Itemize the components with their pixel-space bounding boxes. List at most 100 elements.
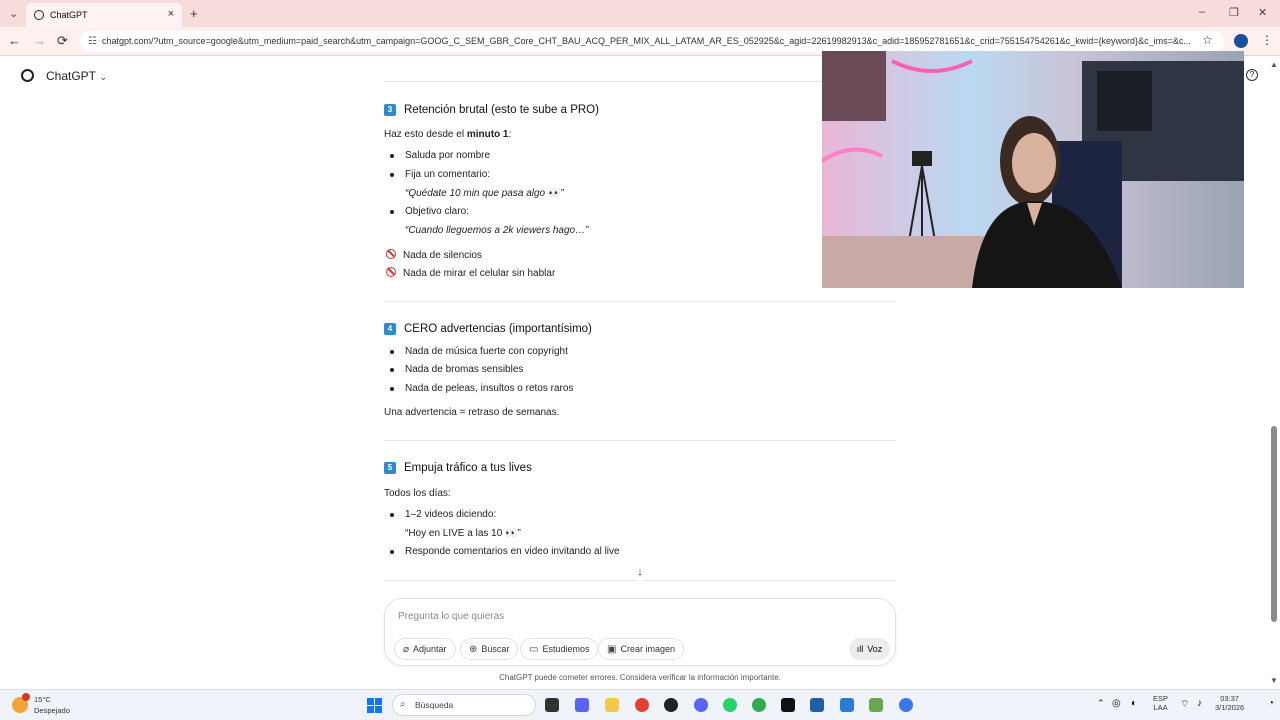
url-text: chatgpt.com/?utm_source=google&utm_mediu… [102,36,1191,46]
model-selector[interactable]: ChatGPT ⌄ [46,69,108,83]
wifi-icon[interactable]: ⌔ [1180,698,1189,711]
scrollbar-thumb[interactable] [1271,426,1277,622]
section-5-heading: 5 Empuja tráfico a tus lives [384,462,532,474]
language-indicator[interactable]: ESP LAA [1153,694,1168,712]
layout-code: LAA [1153,703,1168,712]
composer: ⌀Adjuntar ⊕Buscar ▭Estudiemos ▣Crear ima… [384,598,896,666]
chatgpt-favicon-icon [34,10,44,20]
date: 3/1/2026 [1215,703,1245,712]
section-4-title: CERO advertencias (importantísimo) [404,323,592,335]
task-view-icon[interactable] [545,698,559,712]
paperclip-icon: ⌀ [403,643,410,655]
study-button[interactable]: ▭ Estudiemos [520,638,599,660]
scroll-down-arrow-icon[interactable]: ▼ [1270,676,1278,685]
back-button[interactable]: ← [8,33,21,48]
forward-button[interactable]: → [33,33,46,48]
list-item: Nada de peleas, insultos o retos raros [389,383,574,394]
weather-desc[interactable]: Despejado [34,706,70,715]
disclaimer: ChatGPT puede cometer errores. Considera… [499,673,781,682]
menu-kebab-icon[interactable]: ⋮ [1261,33,1273,47]
section-4-heading: 4 CERO advertencias (importantísimo) [384,323,592,335]
webcam-image [822,51,1244,288]
minimize-button[interactable]: – [1199,6,1205,18]
keycap-5-icon: 5 [384,462,396,474]
tray-app-icon[interactable]: ◎ [1112,698,1121,709]
tiktok-icon[interactable] [781,698,795,712]
webcam-overlay [822,51,1244,288]
ban-item: Nada de silencios [386,249,482,261]
create-image-label: Crear imagen [620,644,675,654]
file-explorer-icon[interactable] [605,698,619,712]
url-field[interactable]: ☷ chatgpt.com/?utm_source=google&utm_med… [80,31,1224,52]
prohibited-icon [386,267,396,277]
reload-button[interactable]: ⟳ [57,33,68,49]
chrome-active-icon[interactable] [899,698,913,712]
language-code: ESP [1153,694,1169,703]
list-item: Objetivo claro: [390,206,469,217]
section-3-title: Retención brutal (esto te sube a PRO) [404,104,599,116]
whatsapp-icon[interactable] [723,698,737,712]
notifications-bell-icon[interactable]: ◔ [1268,698,1274,709]
search-button[interactable]: ⊕ Buscar [460,638,519,660]
conversation-content: 3 Retención brutal (esto te sube a PRO) … [384,56,896,586]
app-icon[interactable] [575,698,589,712]
list-item: Saluda por nombre [389,150,491,161]
tab-list-chevron-icon[interactable]: ⌄ [9,7,18,20]
intro-bold: minuto 1 [466,129,509,140]
study-label: Estudiemos [542,644,590,654]
prohibited-icon [386,249,396,259]
create-image-button[interactable]: ▣ Crear imagen [598,638,684,660]
browser-tab[interactable]: ChatGPT × [26,3,182,27]
clock[interactable]: 03:37 3/1/2026 [1215,694,1244,712]
section-5-title: Empuja tráfico a tus lives [404,462,532,474]
close-window-button[interactable]: ✕ [1258,6,1267,19]
book-icon: ▭ [529,643,539,655]
quote-text: “Cuando lleguemos a 2k viewers hago…” [405,225,589,236]
calculator-icon[interactable] [869,698,883,712]
obs-icon[interactable] [664,698,678,712]
bookmark-star-icon[interactable]: ☆ [1202,33,1213,47]
taskbar-search[interactable]: ⌕ Búsqueda [392,694,536,716]
ban-item-text: Nada de mirar el celular sin hablar [403,268,556,279]
intro-text: Haz esto desde el [384,129,467,140]
divider [384,81,896,82]
taskbar-search-label: Búsqueda [415,700,454,710]
quote-text: “Quédate 10 min que pasa algo 👀” [405,188,564,199]
ban-item: Nada de mirar el celular sin hablar [386,267,555,279]
model-selector-label: ChatGPT [46,69,96,83]
intro-colon: : [508,129,512,140]
new-tab-button[interactable]: + [190,6,198,21]
list-item: Nada de música fuerte con copyright [390,346,568,357]
list-item: Fija un comentario: [389,169,491,180]
help-icon[interactable]: ? [1246,69,1258,81]
profile-avatar[interactable] [1234,34,1248,48]
quote-text: “Hoy en LIVE a las 10 👀” [405,528,521,539]
weather-temp[interactable]: 15°C [34,695,51,704]
attach-button[interactable]: ⌀ Adjuntar [394,638,456,660]
chrome-icon[interactable] [635,698,649,712]
list-item: Responde comentarios en video invitando … [390,546,620,557]
voice-button[interactable]: ıll Voz [849,638,890,660]
maximize-button[interactable]: ❐ [1229,6,1239,19]
volume-icon[interactable]: ♪ [1197,698,1202,709]
scroll-up-arrow-icon[interactable]: ▲ [1270,60,1278,69]
divider [384,440,896,441]
app-icon[interactable] [810,698,824,712]
tray-chevron-icon[interactable]: ⌃ [1097,698,1105,709]
site-settings-icon[interactable]: ☷ [88,31,97,52]
keycap-4-icon: 4 [384,323,396,335]
list-item: 1–2 videos diciendo: [389,509,497,520]
tray-app-icon[interactable]: ◐ [1131,698,1137,709]
image-icon: ▣ [607,643,617,655]
chevron-down-icon: ⌄ [99,72,108,83]
divider [384,301,896,302]
windows-start-icon[interactable] [367,698,382,713]
prompt-input[interactable] [398,611,878,622]
discord-icon[interactable] [694,698,708,712]
scroll-down-button[interactable]: ↓ [630,563,650,581]
chrome-profile-icon[interactable] [752,698,766,712]
tab-close-button[interactable]: × [168,8,174,20]
page-scrollbar[interactable]: ▲ ▼ [1268,60,1280,685]
app-icon[interactable] [840,698,854,712]
taskbar: 15°C Despejado ⌕ Búsqueda ⌃ ◎ ◐ ESP LAA … [0,689,1280,720]
